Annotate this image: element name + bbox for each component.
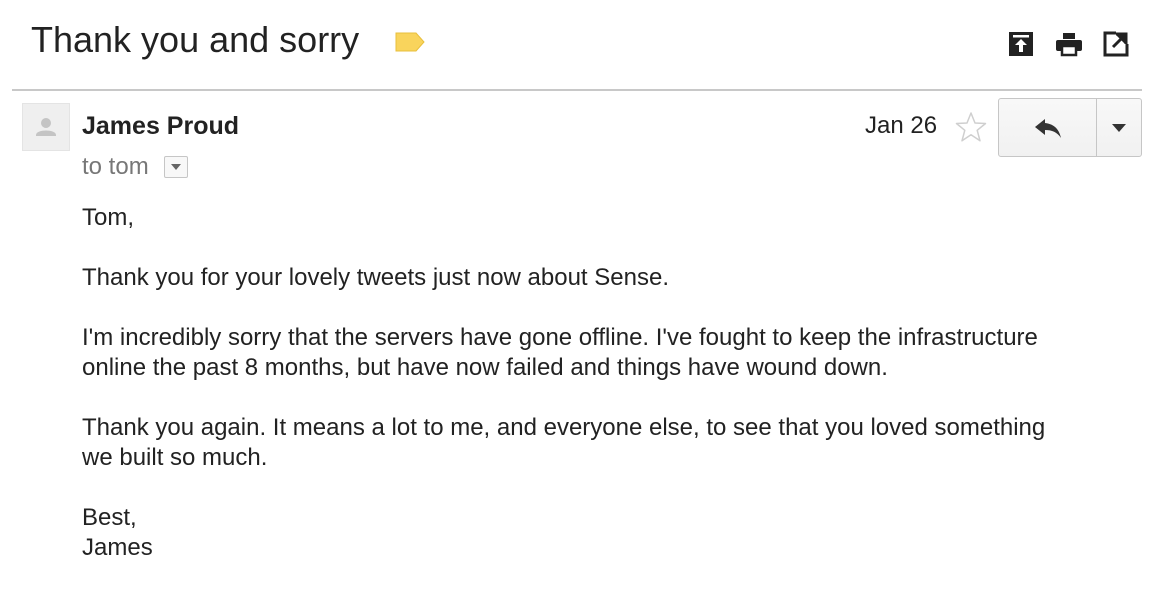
body-paragraph: Thank you for your lovely tweets just no… xyxy=(82,264,669,291)
reply-arrow-icon xyxy=(1034,118,1061,138)
star-icon[interactable] xyxy=(954,110,988,144)
more-actions-button[interactable] xyxy=(1097,99,1141,156)
sender-name[interactable]: James Proud xyxy=(82,111,239,141)
greeting: Tom, xyxy=(82,204,135,231)
show-details-button[interactable] xyxy=(164,156,188,178)
body-paragraph: Thank you again. It means a lot to me, a… xyxy=(82,413,1142,473)
label-tag-icon[interactable] xyxy=(394,30,426,54)
recipients-line: to tom xyxy=(82,153,149,180)
open-in-new-window-icon[interactable] xyxy=(1102,30,1130,58)
archive-icon[interactable] xyxy=(1007,30,1035,58)
body-line: we built so much. xyxy=(82,444,268,471)
reply-button-group xyxy=(998,98,1142,157)
person-avatar-icon xyxy=(36,118,56,136)
reply-button[interactable] xyxy=(999,99,1097,156)
message-body: Tom, Thank you for your lovely tweets ju… xyxy=(82,203,1142,563)
dropdown-triangle-icon xyxy=(171,164,181,170)
signoff: Best, xyxy=(82,504,137,531)
body-paragraph: I'm incredibly sorry that the servers ha… xyxy=(82,323,1142,383)
sender-avatar[interactable] xyxy=(22,103,70,151)
message-date[interactable]: Jan 26 xyxy=(865,111,937,141)
subject-title: Thank you and sorry xyxy=(31,19,360,60)
header-divider xyxy=(12,89,1142,91)
signature-name: James xyxy=(82,534,153,561)
body-line: I'm incredibly sorry that the servers ha… xyxy=(82,324,1038,351)
body-line: Thank you again. It means a lot to me, a… xyxy=(82,414,1046,441)
body-line: online the past 8 months, but have now f… xyxy=(82,354,888,381)
signature-block: Best, James xyxy=(82,503,1142,563)
dropdown-triangle-icon xyxy=(1112,123,1126,132)
print-icon[interactable] xyxy=(1055,30,1083,58)
